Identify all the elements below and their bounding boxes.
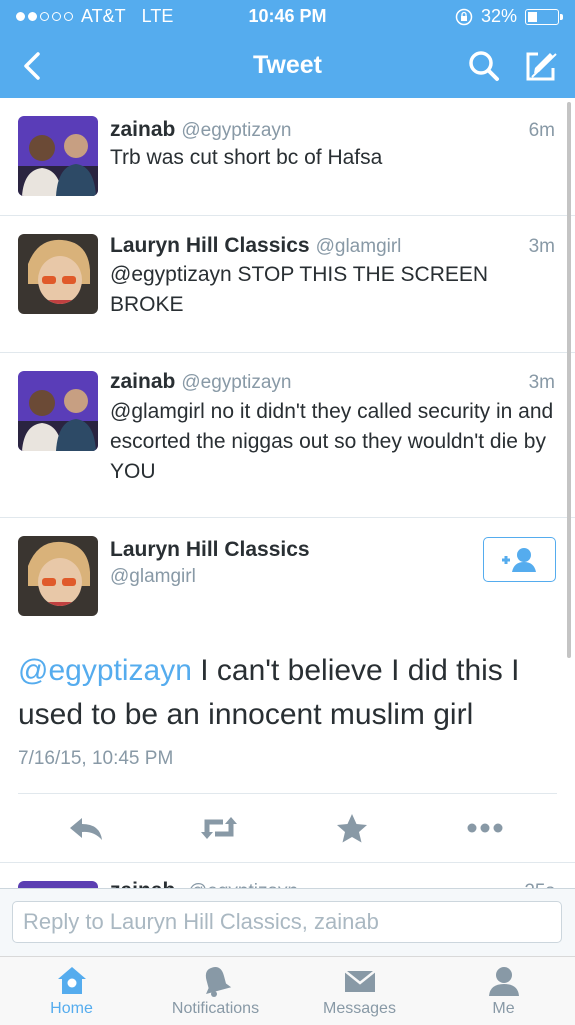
tweet-row[interactable]: Lauryn Hill Classics @glamgirl 3m @egypti… [0, 216, 575, 353]
reply-bar: Reply to Lauryn Hill Classics, zainab [0, 888, 575, 957]
home-icon [57, 967, 86, 994]
divider [18, 793, 557, 794]
tab-label: Me [492, 1000, 515, 1017]
tweet-author[interactable]: Lauryn Hill Classics [110, 538, 310, 562]
avatar[interactable] [18, 116, 98, 196]
tweet-time: 6m [528, 120, 555, 141]
avatar[interactable] [18, 536, 98, 616]
battery-icon [525, 8, 563, 25]
bell-icon [205, 967, 231, 997]
tweet-text: @glamgirl no it didn't they called secur… [110, 400, 554, 483]
reply-input[interactable]: Reply to Lauryn Hill Classics, zainab [12, 901, 562, 943]
header: AT&T LTE 10:46 PM 32% Tweet [0, 0, 575, 98]
tweet-handle[interactable]: @glamgirl [110, 566, 196, 588]
scrollbar[interactable] [567, 102, 571, 658]
tweet-row[interactable]: zainab @egyptizayn 6m Trb was cut short b… [0, 98, 575, 216]
tab-bar: Home Notifications Messages Me [0, 956, 575, 1025]
envelope-icon [343, 970, 376, 992]
tab-label: Messages [323, 1000, 396, 1017]
tab-me[interactable]: Me [432, 957, 575, 1025]
more-options-icon[interactable] [463, 808, 507, 848]
tab-label: Notifications [171, 1000, 260, 1017]
follow-button[interactable] [483, 537, 556, 582]
person-icon [488, 967, 519, 996]
tweet-handle[interactable]: @egyptizayn [181, 372, 291, 393]
favorite-star-icon[interactable] [330, 808, 374, 848]
tweet-time: 3m [528, 236, 555, 257]
focused-tweet-text: @egyptizayn I can't believe I did this I… [18, 649, 563, 737]
tweet-author[interactable]: Lauryn Hill Classics [110, 234, 310, 257]
reply-icon[interactable] [64, 808, 108, 848]
tab-notifications[interactable]: Notifications [144, 957, 287, 1025]
tweet-author[interactable]: zainab [110, 118, 175, 141]
add-user-icon [502, 548, 536, 572]
battery-percent: 32% [480, 6, 517, 26]
compose-icon[interactable] [520, 46, 560, 86]
tweet-handle[interactable]: @glamgirl [316, 236, 402, 257]
tweet-time: 3m [528, 372, 555, 393]
tweet-row[interactable]: zainab @egyptizayn 3m @glamgirl no it did… [0, 353, 575, 518]
avatar[interactable] [18, 234, 98, 314]
next-tweet-row[interactable]: zainab @egyptizayn 25s [0, 862, 575, 889]
search-icon[interactable] [464, 46, 504, 86]
tweet-handle[interactable]: @egyptizayn [181, 120, 291, 141]
tweet-author[interactable]: zainab [110, 370, 175, 393]
avatar[interactable] [18, 371, 98, 451]
tab-home[interactable]: Home [0, 957, 143, 1025]
mention-link[interactable]: @egyptizayn [18, 654, 192, 687]
tweet-text: @egyptizayn STOP THIS THE SCREEN BROKE [110, 263, 489, 316]
rotation-lock-icon [455, 8, 473, 25]
tab-messages[interactable]: Messages [288, 957, 431, 1025]
tab-label: Home [50, 1000, 93, 1017]
tweet-timestamp: 7/16/15, 10:45 PM [18, 748, 174, 769]
status-bar: AT&T LTE 10:46 PM 32% [0, 0, 575, 34]
retweet-icon[interactable] [197, 808, 241, 848]
navigation-bar: Tweet [0, 34, 575, 98]
tweet-text: Trb was cut short bc of Hafsa [110, 146, 383, 169]
